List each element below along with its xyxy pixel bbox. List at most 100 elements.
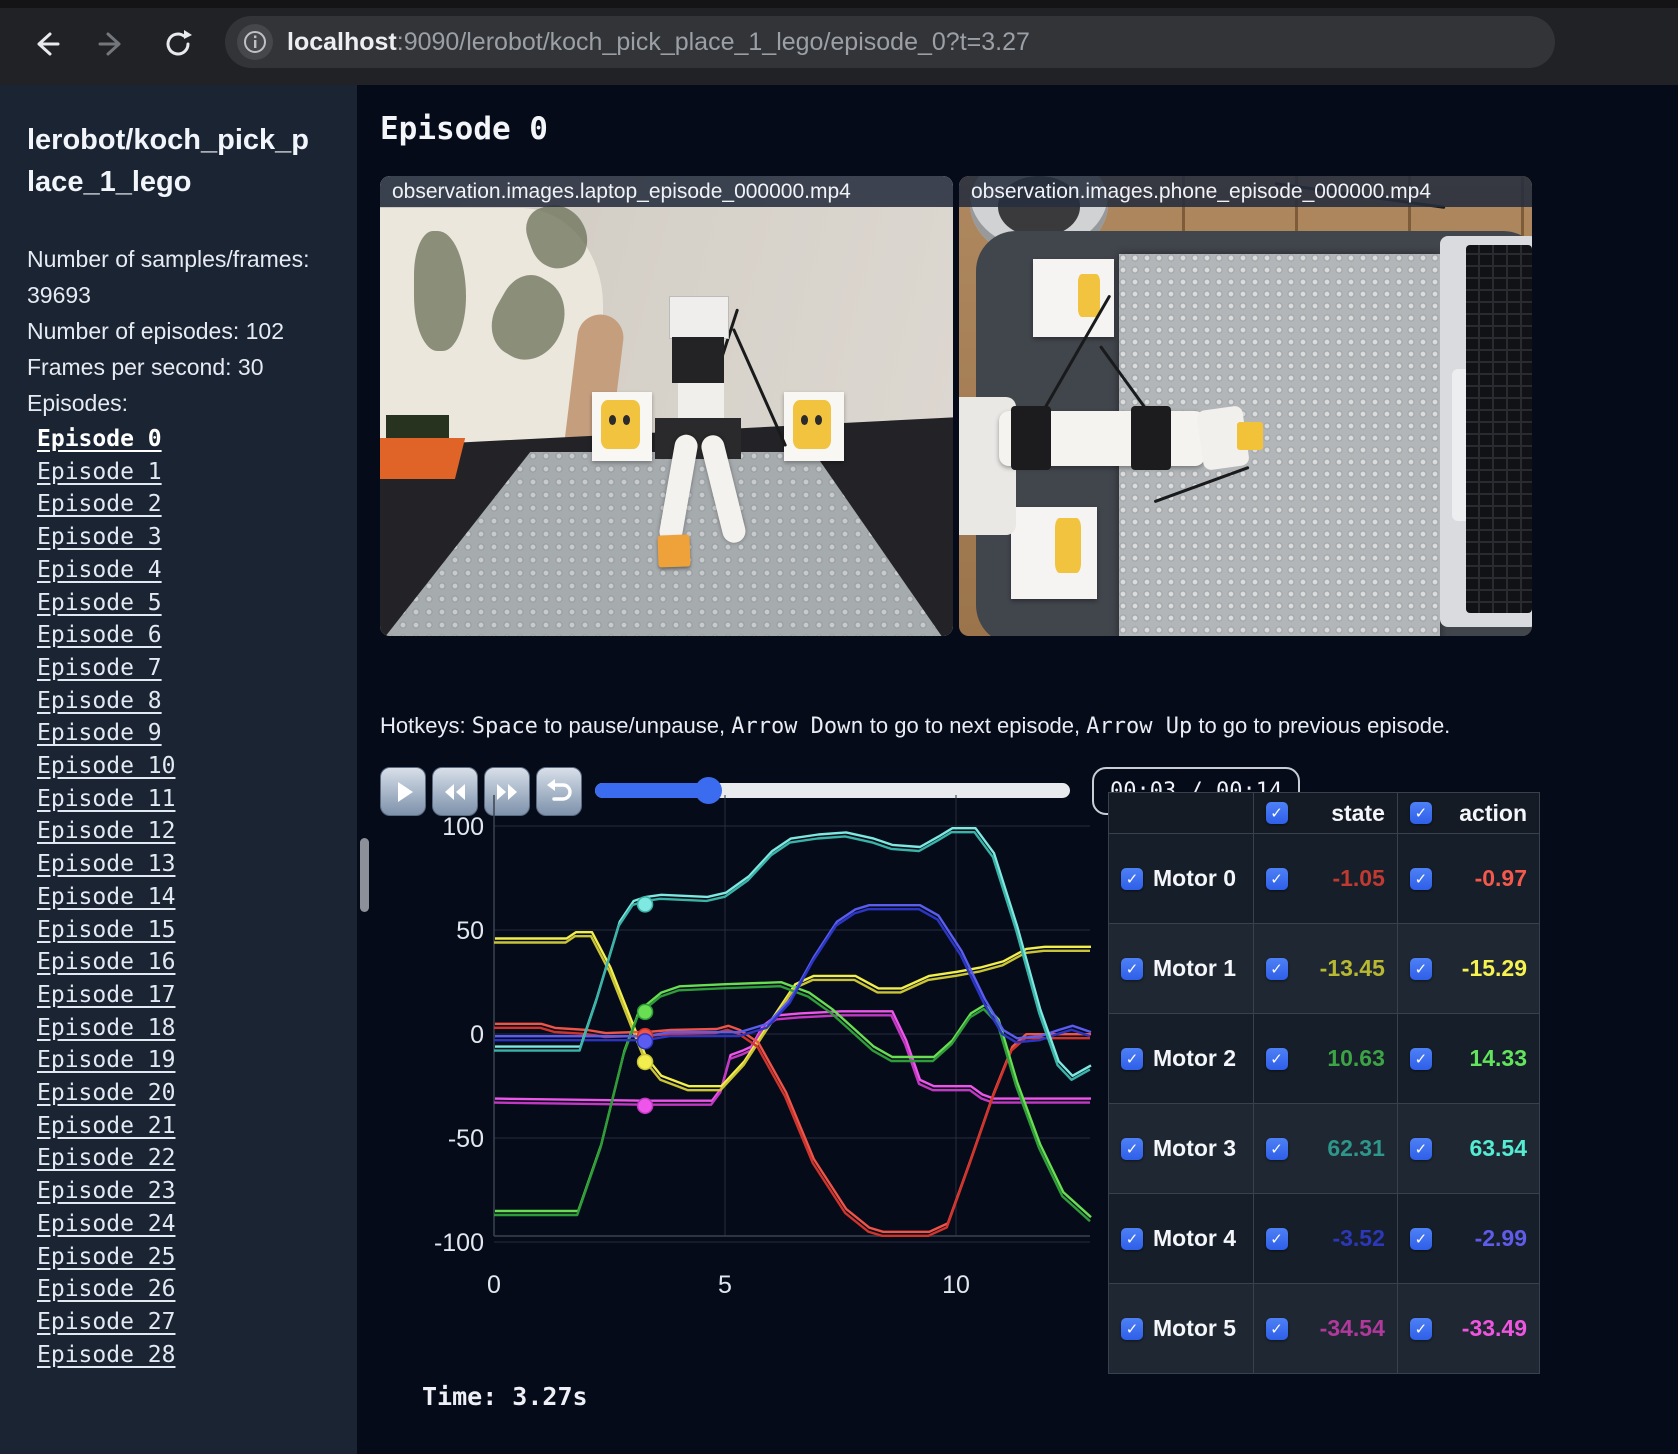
scrollbar-thumb[interactable] bbox=[360, 838, 369, 912]
checkbox-checked-icon[interactable]: ✓ bbox=[1265, 1227, 1288, 1250]
page: lerobot/koch_pick_place_1_lego Number of… bbox=[0, 85, 1678, 1454]
motor-label: Motor 3 bbox=[1153, 1135, 1237, 1161]
motor-label: Motor 4 bbox=[1153, 1225, 1237, 1251]
motor-label: Motor 1 bbox=[1153, 955, 1237, 981]
stat-fps: Frames per second: 30 bbox=[27, 354, 264, 380]
table-header-action: ✓ action bbox=[1396, 792, 1541, 834]
sidebar-episode-link[interactable]: Episode 10 bbox=[37, 750, 175, 783]
checkbox-checked-icon[interactable]: ✓ bbox=[1121, 867, 1143, 890]
emoji-box-hug bbox=[783, 392, 845, 462]
checkbox-checked-icon[interactable]: ✓ bbox=[1409, 867, 1432, 890]
sidebar-episode-link[interactable]: Episode 28 bbox=[37, 1339, 175, 1372]
checkbox-checked-icon[interactable]: ✓ bbox=[1409, 957, 1432, 980]
motor-action-value: 63.54 bbox=[1469, 1135, 1527, 1161]
checkbox-checked-icon[interactable]: ✓ bbox=[1409, 1227, 1432, 1250]
sidebar-episode-link[interactable]: Episode 15 bbox=[37, 914, 175, 947]
sidebar-episode-link[interactable]: Episode 16 bbox=[37, 946, 175, 979]
sidebar-episode-link[interactable]: Episode 11 bbox=[37, 783, 175, 816]
sidebar-episode-link[interactable]: Episode 22 bbox=[37, 1142, 175, 1175]
sidebar-episode-link[interactable]: Episode 24 bbox=[37, 1208, 175, 1241]
motor-state-value: -34.54 bbox=[1319, 1315, 1385, 1341]
motor-state-value: -1.05 bbox=[1332, 865, 1385, 891]
sidebar-episode-link[interactable]: Episode 0 bbox=[37, 423, 162, 456]
checkbox-checked-icon[interactable]: ✓ bbox=[1121, 957, 1143, 980]
current-value-dot bbox=[636, 1053, 654, 1071]
sidebar-episode-link[interactable]: Episode 17 bbox=[37, 979, 175, 1012]
checkbox-checked-icon[interactable]: ✓ bbox=[1409, 1047, 1432, 1070]
checkbox-checked-icon[interactable]: ✓ bbox=[1121, 1227, 1143, 1250]
lego-block-orange bbox=[657, 534, 690, 568]
sidebar-episode-link[interactable]: Episode 6 bbox=[37, 619, 162, 652]
sidebar-episode-link[interactable]: Episode 8 bbox=[37, 685, 162, 718]
sidebar-episode-link[interactable]: Episode 5 bbox=[37, 587, 162, 620]
address-bar[interactable]: localhost:9090/lerobot/koch_pick_place_1… bbox=[225, 16, 1555, 68]
sidebar-episode-link[interactable]: Episode 20 bbox=[37, 1077, 175, 1110]
sidebar-episode-link[interactable]: Episode 14 bbox=[37, 881, 175, 914]
svg-text:10: 10 bbox=[942, 1271, 970, 1299]
hotkey-key: Space bbox=[471, 714, 538, 739]
checkbox-checked-icon[interactable]: ✓ bbox=[1121, 1317, 1143, 1340]
chart-series-lines bbox=[493, 827, 1092, 1237]
checkbox-checked-icon[interactable]: ✓ bbox=[1265, 802, 1288, 824]
hotkey-key: Arrow Down bbox=[731, 714, 864, 739]
table-row: ✓ Motor 0 ✓ -1.05 ✓ -0.97 bbox=[1108, 833, 1541, 924]
sidebar-episode-link[interactable]: Episode 3 bbox=[37, 521, 162, 554]
hotkey-text: to go to previous episode. bbox=[1192, 713, 1451, 738]
page-title: Episode 0 bbox=[380, 111, 548, 147]
motor-action-value: 14.33 bbox=[1469, 1045, 1527, 1071]
motor-action-value: -2.99 bbox=[1474, 1225, 1527, 1251]
motor-table: ✓ state ✓ action ✓ Motor 0 ✓ -1.05 ✓ -0.97 ✓ Motor … bbox=[1108, 792, 1541, 1374]
url-text[interactable]: localhost:9090/lerobot/koch_pick_place_1… bbox=[287, 28, 1030, 57]
checkbox-checked-icon[interactable]: ✓ bbox=[1265, 957, 1288, 980]
site-info-icon[interactable] bbox=[237, 24, 273, 60]
back-icon[interactable] bbox=[24, 22, 68, 66]
hotkeys-help-text: Hotkeys: Space to pause/unpause, Arrow D… bbox=[380, 713, 1450, 739]
robot-joint bbox=[1010, 406, 1051, 471]
table-row: ✓ Motor 1 ✓ -13.45 ✓ -15.29 bbox=[1108, 923, 1541, 1014]
sidebar-episode-link[interactable]: Episode 7 bbox=[37, 652, 162, 685]
table-row: ✓ Motor 3 ✓ 62.31 ✓ 63.54 bbox=[1108, 1103, 1541, 1194]
video-frame-laptop[interactable]: observation.images.laptop_episode_000000… bbox=[380, 176, 953, 636]
orange-device bbox=[380, 438, 466, 480]
checkbox-checked-icon[interactable]: ✓ bbox=[1409, 1137, 1432, 1160]
motor-chart[interactable]: 100 50 0 -50 -100 0 5 10 bbox=[400, 785, 1100, 1345]
forward-icon[interactable] bbox=[90, 22, 134, 66]
motor-label: Motor 5 bbox=[1153, 1315, 1237, 1341]
reload-icon[interactable] bbox=[156, 22, 200, 66]
sidebar-episode-link[interactable]: Episode 18 bbox=[37, 1012, 175, 1045]
video-frame-phone[interactable]: observation.images.phone_episode_000000.… bbox=[959, 176, 1532, 636]
table-corner-cell bbox=[1108, 792, 1254, 834]
motor-action-value: -15.29 bbox=[1461, 955, 1527, 981]
emoji-sticker bbox=[1077, 274, 1101, 318]
panda-sticker bbox=[601, 400, 640, 449]
checkbox-checked-icon[interactable]: ✓ bbox=[1121, 1137, 1143, 1160]
checkbox-checked-icon[interactable]: ✓ bbox=[1121, 1047, 1143, 1070]
sidebar-episode-link[interactable]: Episode 23 bbox=[37, 1175, 175, 1208]
sidebar-episode-link[interactable]: Episode 21 bbox=[37, 1110, 175, 1143]
sidebar-episode-link[interactable]: Episode 25 bbox=[37, 1241, 175, 1274]
current-value-dot bbox=[636, 1003, 654, 1021]
table-row: ✓ Motor 5 ✓ -34.54 ✓ -33.49 bbox=[1108, 1283, 1541, 1374]
svg-text:100: 100 bbox=[442, 813, 484, 841]
sidebar-episode-link[interactable]: Episode 2 bbox=[37, 488, 162, 521]
sidebar-episode-link[interactable]: Episode 26 bbox=[37, 1273, 175, 1306]
sidebar-episode-link[interactable]: Episode 1 bbox=[37, 456, 162, 489]
checkbox-checked-icon[interactable]: ✓ bbox=[1265, 1047, 1288, 1070]
robot-joint bbox=[1130, 406, 1171, 471]
sidebar-episode-link[interactable]: Episode 19 bbox=[37, 1044, 175, 1077]
table-header-state: ✓ state bbox=[1252, 792, 1398, 834]
sidebar-episode-link[interactable]: Episode 4 bbox=[37, 554, 162, 587]
sidebar-episode-link[interactable]: Episode 9 bbox=[37, 717, 162, 750]
window-top-strip bbox=[0, 0, 1678, 8]
sidebar-episode-link[interactable]: Episode 12 bbox=[37, 815, 175, 848]
checkbox-checked-icon[interactable]: ✓ bbox=[1265, 867, 1288, 890]
svg-text:-100: -100 bbox=[434, 1229, 484, 1257]
series-action-motor-5 bbox=[494, 1010, 1091, 1102]
checkbox-checked-icon[interactable]: ✓ bbox=[1265, 1317, 1288, 1340]
checkbox-checked-icon[interactable]: ✓ bbox=[1409, 802, 1432, 824]
checkbox-checked-icon[interactable]: ✓ bbox=[1265, 1137, 1288, 1160]
motor-label: Motor 2 bbox=[1153, 1045, 1237, 1071]
sidebar-episode-link[interactable]: Episode 27 bbox=[37, 1306, 175, 1339]
sidebar-episode-link[interactable]: Episode 13 bbox=[37, 848, 175, 881]
checkbox-checked-icon[interactable]: ✓ bbox=[1409, 1317, 1432, 1340]
